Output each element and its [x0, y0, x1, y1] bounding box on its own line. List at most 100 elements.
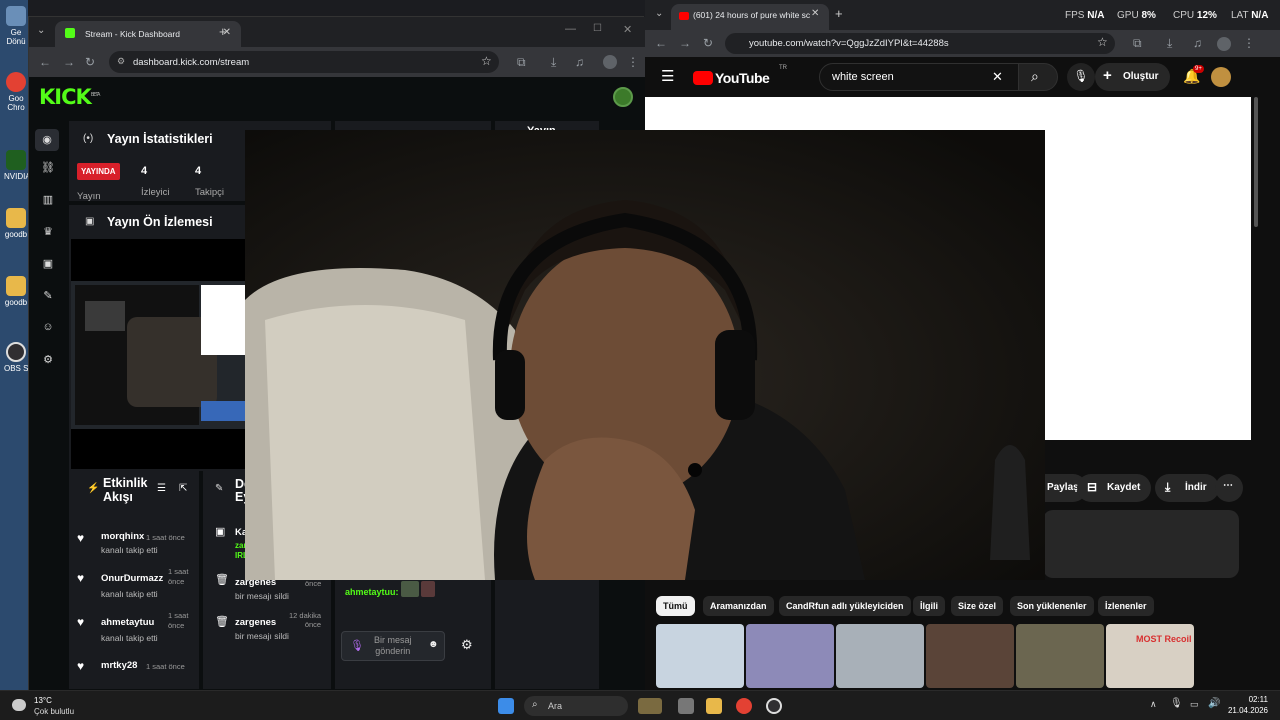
- video-description-box[interactable]: [1043, 510, 1239, 578]
- minimize-icon[interactable]: —: [565, 23, 576, 35]
- close-window-icon[interactable]: ✕: [623, 23, 632, 36]
- back-icon[interactable]: ←: [39, 55, 51, 69]
- youtube-search-input[interactable]: white screen ✕: [819, 63, 1019, 91]
- kick-url-field[interactable]: ⚙ dashboard.kick.com/stream: [109, 51, 499, 73]
- microphone-icon[interactable]: 🎙: [350, 639, 364, 652]
- chrome-taskbar-icon[interactable]: [736, 698, 752, 714]
- youtube-tab[interactable]: (601) 24 hours of pure white sc: [671, 4, 829, 30]
- page-scrollbar[interactable]: [1253, 97, 1259, 687]
- desktop-icon-folder-2[interactable]: goodb: [4, 276, 28, 307]
- chip-watched[interactable]: İzlenenler: [1098, 596, 1154, 616]
- media-icon[interactable]: ♫: [1193, 36, 1202, 50]
- list-item: ♥ ahmetaytuu 1 saat önce kanalı takip et…: [77, 611, 189, 643]
- bookmark-star-icon[interactable]: ☆: [1097, 35, 1108, 49]
- more-actions-button[interactable]: ⋯: [1215, 474, 1243, 502]
- download-button[interactable]: ⤓ İndir: [1155, 474, 1219, 502]
- chip-all[interactable]: Tümü: [656, 596, 695, 616]
- chat-username[interactable]: ahmetaytuu:: [345, 587, 399, 597]
- obs-taskbar-icon[interactable]: [766, 698, 782, 714]
- trash-icon: 🗑: [215, 574, 229, 586]
- media-icon[interactable]: ♫: [575, 55, 584, 69]
- desktop-icon-obs[interactable]: OBS S: [4, 342, 28, 373]
- save-button[interactable]: ⊟ Kaydet: [1077, 474, 1151, 502]
- close-tab-icon[interactable]: ✕: [811, 8, 819, 19]
- forward-icon[interactable]: →: [679, 36, 691, 50]
- extensions-icon[interactable]: ⧉: [1133, 36, 1142, 51]
- bookmark-star-icon[interactable]: ☆: [481, 54, 492, 68]
- emote-icon: [421, 581, 435, 597]
- user-avatar[interactable]: [613, 87, 633, 107]
- preview-player[interactable]: [71, 239, 247, 469]
- tab-search-icon[interactable]: ⌄: [655, 8, 663, 19]
- new-tab-icon[interactable]: +: [835, 6, 843, 21]
- webcam-overlay: [245, 130, 1045, 580]
- kick-favicon-icon: [65, 28, 75, 38]
- sidebar-stream-icon[interactable]: ◉: [35, 129, 59, 151]
- sidebar-link-icon[interactable]: ⛓: [41, 161, 55, 175]
- back-icon[interactable]: ←: [655, 36, 667, 50]
- microphone-tray-icon[interactable]: 🎙: [1170, 698, 1183, 709]
- new-tab-icon[interactable]: +: [219, 24, 227, 39]
- create-button[interactable]: + Oluştur: [1095, 63, 1170, 91]
- kick-tab[interactable]: Stream - Kick Dashboard ✕: [55, 21, 241, 47]
- chat-input[interactable]: 🎙 Bir mesaj gönderin ☻: [341, 631, 445, 661]
- emoji-icon[interactable]: ☻: [428, 639, 439, 650]
- search-button[interactable]: ⌕: [1018, 63, 1058, 91]
- profile-icon[interactable]: [1217, 37, 1231, 51]
- download-icon[interactable]: ⤓: [1167, 36, 1172, 51]
- video-thumbnail[interactable]: [836, 624, 924, 688]
- chip-for-you[interactable]: Size özel: [951, 596, 1004, 616]
- clear-search-icon[interactable]: ✕: [992, 69, 1003, 85]
- sidebar-tools-icon[interactable]: ✎: [41, 289, 55, 303]
- chrome-menu-icon[interactable]: ⋮: [627, 55, 639, 69]
- filter-icon[interactable]: ☰: [157, 483, 166, 494]
- desktop-icon-chrome[interactable]: Goo Chro: [4, 72, 28, 112]
- desktop-icon-nvidia[interactable]: NVIDIA: [4, 150, 31, 181]
- kick-logo[interactable]: KICKBETA: [39, 85, 100, 109]
- download-icon[interactable]: ⤓: [551, 55, 556, 70]
- sidebar-settings-icon[interactable]: ⚙: [41, 353, 55, 367]
- clock-time[interactable]: 02:11: [1228, 695, 1268, 704]
- sidebar-video-icon[interactable]: ▣: [41, 257, 55, 271]
- sidebar-trophy-icon[interactable]: ♛: [41, 225, 55, 239]
- video-thumbnail[interactable]: [746, 624, 834, 688]
- chat-settings-icon[interactable]: ⚙: [461, 637, 473, 653]
- chrome-menu-icon[interactable]: ⋮: [1243, 36, 1255, 50]
- chip-related[interactable]: İlgili: [913, 596, 945, 616]
- task-view-icon[interactable]: [678, 698, 694, 714]
- desktop-icon-recycle[interactable]: Ge Dönü: [4, 6, 28, 46]
- volume-icon[interactable]: 🔊: [1208, 698, 1220, 709]
- network-icon[interactable]: ▭: [1190, 699, 1199, 710]
- video-thumbnail[interactable]: [656, 624, 744, 688]
- popout-icon[interactable]: ⇱: [179, 483, 187, 494]
- tab-search-icon[interactable]: ⌄: [37, 25, 45, 36]
- search-highlight-icon[interactable]: [638, 698, 662, 714]
- obs-icon: [6, 342, 26, 362]
- video-thumbnail[interactable]: [1016, 624, 1104, 688]
- youtube-url-field[interactable]: youtube.com/watch?v=QggJzZdIYPI&t=44288s: [725, 33, 1115, 54]
- sidebar-analytics-icon[interactable]: ▥: [41, 193, 55, 207]
- windows-start-icon[interactable]: [498, 698, 514, 714]
- video-thumbnail[interactable]: [926, 624, 1014, 688]
- trash-icon: 🗑: [215, 616, 229, 628]
- sidebar-community-icon[interactable]: ☺: [41, 321, 55, 335]
- extensions-icon[interactable]: ⧉: [517, 55, 526, 70]
- site-info-icon[interactable]: ⚙: [117, 56, 125, 67]
- forward-icon[interactable]: →: [63, 55, 75, 69]
- reload-icon[interactable]: ↻: [703, 36, 713, 50]
- file-explorer-icon[interactable]: [706, 698, 722, 714]
- clock-date[interactable]: 21.04.2026: [1224, 706, 1268, 715]
- profile-icon[interactable]: [603, 55, 617, 69]
- reload-icon[interactable]: ↻: [85, 55, 95, 69]
- chip-from-search[interactable]: Aramanızdan: [703, 596, 774, 616]
- tray-chevron-icon[interactable]: ∧: [1150, 699, 1157, 710]
- voice-search-icon[interactable]: 🎙: [1067, 63, 1095, 91]
- video-thumbnail[interactable]: MOST Recoil: [1106, 624, 1194, 688]
- taskbar-search[interactable]: ⌕ Ara: [524, 696, 628, 716]
- desktop-icon-folder-1[interactable]: goodb: [4, 208, 28, 239]
- chip-recent[interactable]: Son yüklenenler: [1010, 596, 1094, 616]
- account-avatar[interactable]: [1211, 67, 1231, 87]
- maximize-icon[interactable]: ☐: [593, 23, 602, 34]
- hamburger-menu-icon[interactable]: ☰: [661, 67, 674, 85]
- chip-from-uploader[interactable]: CandRfun adlı yükleyiciden: [779, 596, 911, 616]
